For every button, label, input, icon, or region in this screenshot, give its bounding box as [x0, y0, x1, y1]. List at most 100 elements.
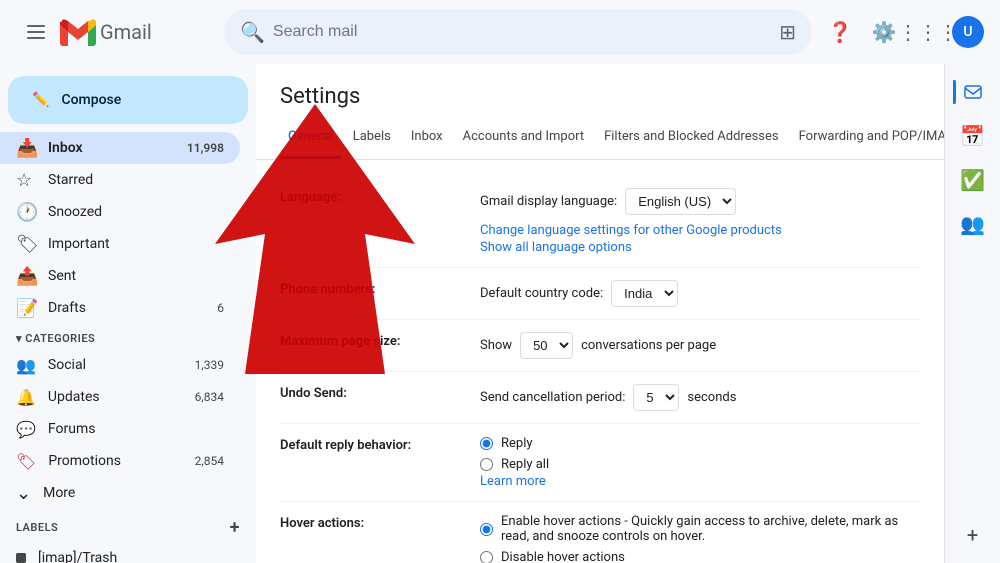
sidebar-item-forums[interactable]: 💬 Forums: [0, 413, 240, 445]
mail-panel-icon[interactable]: [953, 72, 993, 112]
labels-label: Labels: [16, 521, 58, 534]
promotions-label: Promotions: [48, 453, 182, 469]
compose-button[interactable]: ✏️ Compose: [8, 76, 248, 124]
reply-options: Reply Reply all: [480, 436, 920, 472]
settings-title: Settings: [256, 64, 944, 109]
categories-label: ▾ Categories: [16, 332, 95, 345]
search-bar[interactable]: 🔍 ⊞: [224, 9, 812, 55]
default-code-label: Default country code:: [480, 286, 603, 301]
calendar-panel-icon[interactable]: 📅: [953, 116, 993, 156]
promotions-count: 2,854: [195, 454, 224, 468]
inbox-count: 11,998: [187, 141, 224, 155]
sidebar-item-updates[interactable]: 🔔 Updates 6,834: [0, 381, 240, 413]
hover-disable-label: Disable hover actions: [501, 550, 625, 563]
help-button[interactable]: ❓: [820, 12, 860, 52]
tab-filters[interactable]: Filters and Blocked Addresses: [596, 117, 787, 159]
compose-icon: ✏️: [32, 92, 49, 108]
undo-send-label: Undo Send:: [280, 384, 480, 401]
show-all-languages-link[interactable]: Show all language options: [480, 240, 920, 255]
starred-icon: ☆: [16, 170, 36, 191]
sidebar-item-social[interactable]: 👥 Social 1,339: [0, 349, 240, 381]
hover-disable-option[interactable]: Disable hover actions: [480, 550, 920, 563]
language-control-inner: Gmail display language: English (US) Cha…: [480, 188, 920, 238]
right-panel: 📅 ✅ 👥 +: [944, 64, 1000, 563]
promotions-icon: 🏷: [16, 452, 36, 471]
pagesize-select[interactable]: 50: [520, 332, 573, 359]
tasks-panel-icon[interactable]: ✅: [953, 160, 993, 200]
tab-labels[interactable]: Labels: [345, 117, 399, 159]
country-code-select[interactable]: India: [611, 280, 678, 307]
tab-forwarding[interactable]: Forwarding and POP/IMAP: [791, 117, 944, 159]
sidebar-item-drafts[interactable]: 📝 Drafts 6: [0, 292, 240, 324]
reply-all-option[interactable]: Reply all: [480, 457, 920, 472]
tab-general[interactable]: General: [280, 117, 341, 159]
drafts-count: 6: [217, 301, 224, 315]
label-dot-icon: [16, 553, 26, 563]
hover-enable-label: Enable hover actions - Quickly gain acce…: [501, 514, 920, 544]
tab-inbox[interactable]: Inbox: [403, 117, 451, 159]
main-layout: ✏️ Compose 📥 Inbox 11,998 ☆ Starred 🕐 Sn…: [0, 64, 1000, 563]
hover-options: Enable hover actions - Quickly gain acce…: [480, 514, 920, 563]
sidebar-item-inbox[interactable]: 📥 Inbox 11,998: [0, 132, 240, 164]
sidebar-item-label: Drafts: [48, 300, 205, 316]
drafts-icon: 📝: [16, 298, 36, 319]
search-icon: 🔍: [240, 20, 265, 44]
important-icon: 🏷: [16, 234, 36, 255]
sidebar-item-promotions[interactable]: 🏷 Promotions 2,854: [0, 445, 240, 477]
reply-all-radio[interactable]: [480, 458, 493, 471]
cancel-period-select[interactable]: 5: [633, 384, 679, 411]
filter-icon[interactable]: ⊞: [779, 20, 796, 44]
apps-button[interactable]: ⋮⋮⋮: [908, 12, 948, 52]
label-imap-trash[interactable]: [imap]/Trash: [0, 542, 240, 563]
undo-send-row: Undo Send: Send cancellation period: 5 s…: [280, 372, 920, 424]
forums-label: Forums: [48, 421, 224, 437]
topbar: Gmail 🔍 ⊞ ❓ ⚙️ ⋮⋮⋮ U: [0, 0, 1000, 64]
gmail-display-language-label: Gmail display language:: [480, 194, 617, 209]
reply-all-option-label: Reply all: [501, 457, 549, 472]
topbar-right: ❓ ⚙️ ⋮⋮⋮ U: [820, 12, 984, 52]
tab-accounts[interactable]: Accounts and Import: [455, 117, 592, 159]
sidebar-item-starred[interactable]: ☆ Starred: [0, 164, 240, 196]
menu-icon[interactable]: [16, 12, 56, 52]
avatar[interactable]: U: [952, 16, 984, 48]
more-button[interactable]: ⌄ More: [0, 477, 256, 509]
hover-enable-radio[interactable]: [480, 523, 493, 536]
sidebar-item-sent[interactable]: 📤 Sent: [0, 260, 240, 292]
language-control: Gmail display language: English (US) Cha…: [480, 188, 920, 255]
reply-option[interactable]: Reply: [480, 436, 920, 451]
hover-disable-radio[interactable]: [480, 551, 493, 563]
add-label-button[interactable]: +: [230, 517, 240, 538]
more-icon: ⌄: [16, 483, 31, 504]
language-select[interactable]: English (US): [625, 188, 736, 215]
change-language-link[interactable]: Change language settings for other Googl…: [480, 223, 782, 238]
sidebar: ✏️ Compose 📥 Inbox 11,998 ☆ Starred 🕐 Sn…: [0, 64, 256, 563]
hover-control: Enable hover actions - Quickly gain acce…: [480, 514, 920, 563]
social-label: Social: [48, 357, 183, 373]
updates-label: Updates: [48, 389, 183, 405]
add-panel-icon[interactable]: +: [953, 515, 993, 555]
sidebar-item-important[interactable]: 🏷 Important: [0, 228, 240, 260]
sidebar-item-snoozed[interactable]: 🕐 Snoozed: [0, 196, 240, 228]
cancel-period-label: Send cancellation period:: [480, 390, 625, 405]
sidebar-item-label: Inbox: [48, 140, 175, 156]
labels-header: Labels +: [0, 509, 256, 542]
hover-label: Hover actions:: [280, 514, 480, 531]
hover-enable-option[interactable]: Enable hover actions - Quickly gain acce…: [480, 514, 920, 544]
language-label: Language:: [280, 188, 480, 205]
reply-radio[interactable]: [480, 437, 493, 450]
more-label: More: [43, 485, 75, 501]
gmail-logo: Gmail: [60, 18, 152, 46]
reply-label: Default reply behavior:: [280, 436, 480, 453]
topbar-left: Gmail: [16, 12, 216, 52]
inbox-icon: 📥: [16, 138, 36, 159]
phone-control-inner: Default country code: India: [480, 280, 920, 307]
pagesize-row: Maximum page size: Show 50 conversations…: [280, 320, 920, 372]
reply-learn-more-link[interactable]: Learn more: [480, 474, 920, 489]
search-input[interactable]: [273, 23, 771, 41]
undo-inner: Send cancellation period: 5 seconds: [480, 384, 920, 411]
snoozed-icon: 🕐: [16, 202, 36, 223]
sidebar-item-label: Snoozed: [48, 204, 224, 220]
sidebar-item-label: Sent: [48, 268, 224, 284]
contacts-panel-icon[interactable]: 👥: [953, 204, 993, 244]
phone-row: Phone numbers: Default country code: Ind…: [280, 268, 920, 320]
